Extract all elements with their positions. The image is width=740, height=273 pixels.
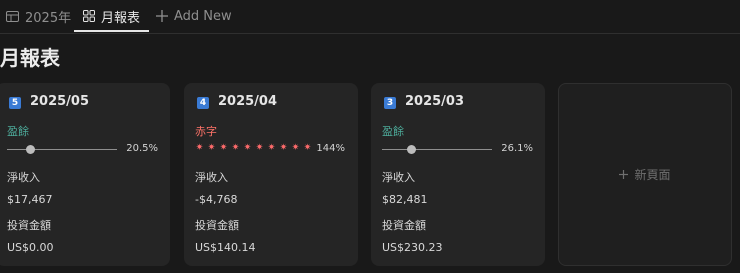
status-label: 盈餘 <box>7 125 29 138</box>
investment-label: 投資金額 <box>7 219 51 232</box>
net-income-label: 淨收入 <box>7 171 40 184</box>
active-tab-indicator <box>74 30 149 32</box>
investment-value: US$230.23 <box>382 241 443 254</box>
card-title: 2025/04 <box>218 94 278 109</box>
star-icon: ✷ <box>195 143 204 153</box>
net-income-label: 淨收入 <box>382 171 415 184</box>
star-icon: ✷ <box>207 143 216 153</box>
percent-value: 144% <box>316 143 345 154</box>
net-income-value: -$4,768 <box>195 193 238 206</box>
gallery-card[interactable]: 4 2025/04 赤字 ✷ ✷ ✷ ✷ ✷ ✷ ✷ ✷ ✷ ✷ 144% 淨收入 -$4,768… <box>184 83 358 266</box>
new-page-button[interactable]: 新頁面 <box>559 84 731 265</box>
status-label: 盈餘 <box>382 125 404 138</box>
net-income-value: $82,481 <box>382 193 428 206</box>
tab-label: 2025年 <box>25 10 72 26</box>
new-page-label: 新頁面 <box>634 168 671 182</box>
number-badge: 4 <box>197 97 209 109</box>
gallery-card[interactable]: 5 2025/05 盈餘 20.5% 淨收入 $17,467 投資金額 US$0… <box>0 83 170 266</box>
star-icon: ✷ <box>267 143 276 153</box>
add-new-view-button[interactable]: Add New <box>156 0 232 32</box>
new-page-card[interactable]: 新頁面 <box>558 83 732 266</box>
number-badge: 5 <box>9 97 21 109</box>
net-income-value: $17,467 <box>7 193 53 206</box>
net-income-label: 淨收入 <box>195 171 228 184</box>
table-icon <box>6 10 19 22</box>
star-icon: ✷ <box>243 143 252 153</box>
investment-value: US$140.14 <box>195 241 256 254</box>
tab-2025[interactable]: 2025年 <box>6 0 71 32</box>
tab-label: Add New <box>174 8 232 24</box>
progress-bar <box>382 145 492 154</box>
card-title: 2025/05 <box>30 94 90 109</box>
star-icon: ✷ <box>303 143 312 153</box>
progress-knob <box>25 145 35 154</box>
tab-label: 月報表 <box>101 10 141 26</box>
tab-monthly-report[interactable]: 月報表 <box>83 0 140 32</box>
plus-icon <box>619 170 629 179</box>
percent-value: 26.1% <box>501 143 533 154</box>
progress-bar <box>7 145 117 154</box>
star-icon: ✷ <box>291 143 300 153</box>
status-label: 赤字 <box>195 125 217 138</box>
card-title: 2025/03 <box>405 94 465 109</box>
star-icon: ✷ <box>219 143 228 153</box>
page-title: 月報表 <box>0 46 60 70</box>
star-rating: ✷ ✷ ✷ ✷ ✷ ✷ ✷ ✷ ✷ ✷ <box>195 143 312 153</box>
plus-icon <box>156 10 168 22</box>
view-tabs: 2025年 月報表 Add New <box>0 0 740 34</box>
percent-value: 20.5% <box>126 143 158 154</box>
star-icon: ✷ <box>231 143 240 153</box>
investment-label: 投資金額 <box>195 219 239 232</box>
gallery-icon <box>83 10 95 22</box>
star-icon: ✷ <box>255 143 264 153</box>
investment-label: 投資金額 <box>382 219 426 232</box>
gallery-card[interactable]: 3 2025/03 盈餘 26.1% 淨收入 $82,481 投資金額 US$2… <box>371 83 545 266</box>
progress-knob <box>406 145 416 154</box>
investment-value: US$0.00 <box>7 241 54 254</box>
star-icon: ✷ <box>279 143 288 153</box>
number-badge: 3 <box>384 97 396 109</box>
